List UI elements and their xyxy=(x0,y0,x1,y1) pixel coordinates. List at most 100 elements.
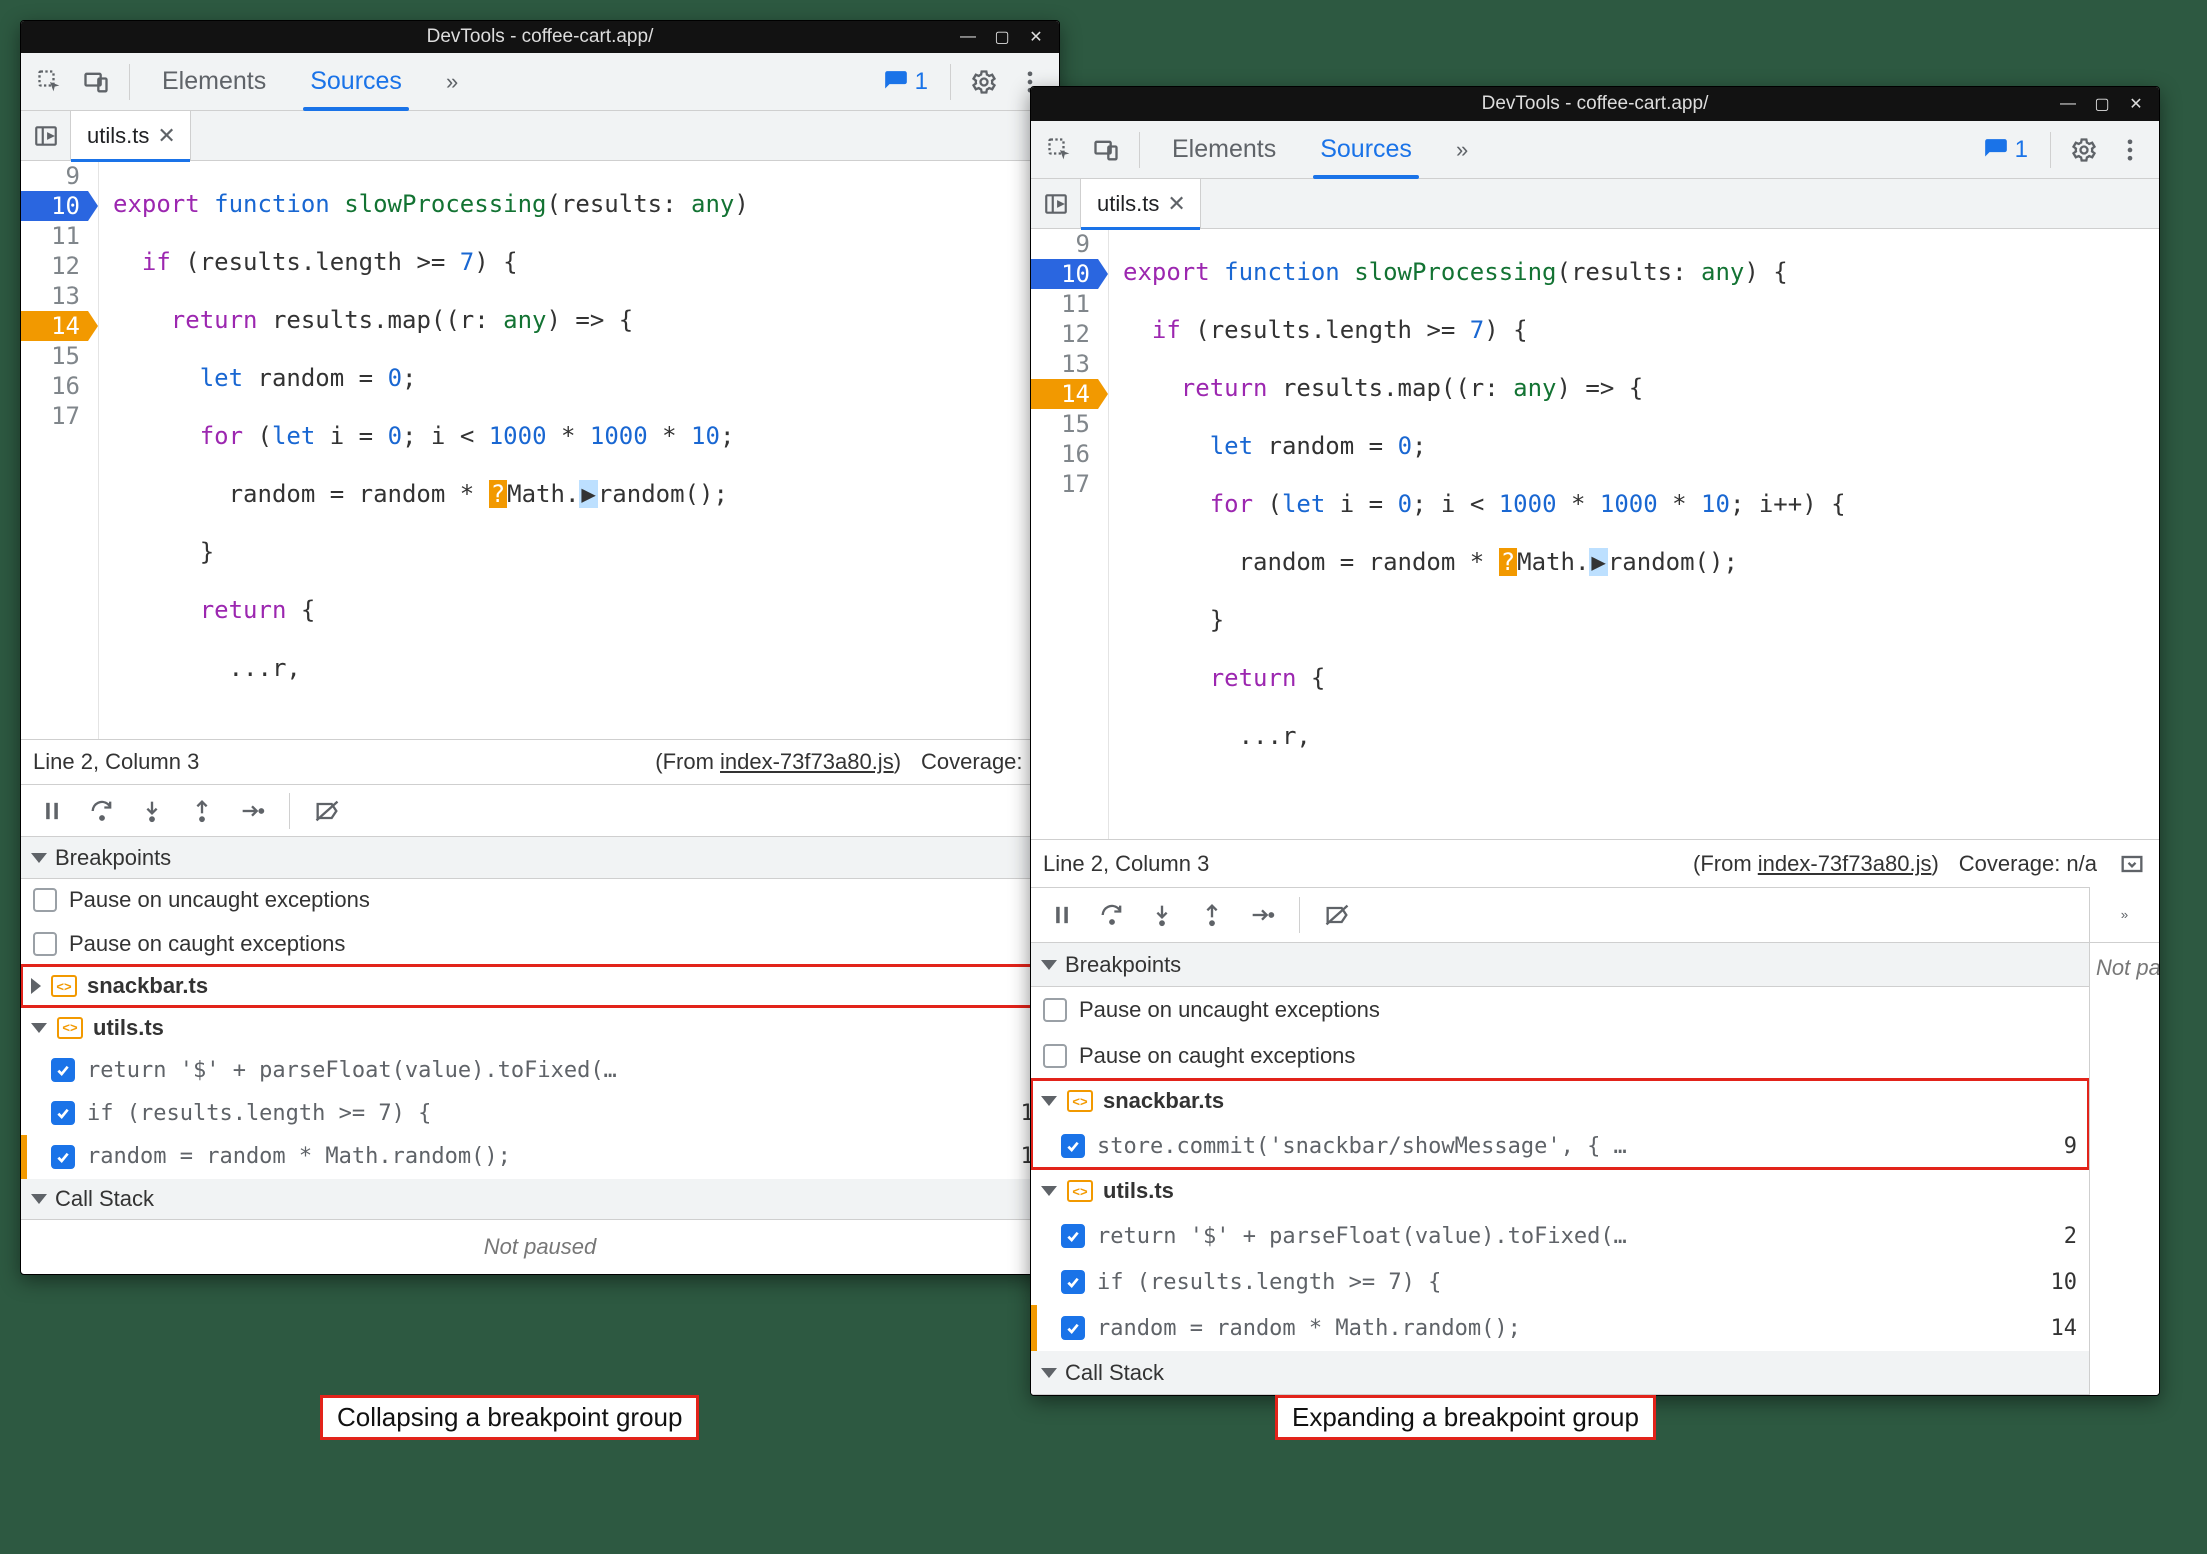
source-map-link[interactable]: index-73f73a80.js xyxy=(720,749,894,774)
issues-button[interactable]: 1 xyxy=(1973,132,2038,168)
checkbox-label: Pause on uncaught exceptions xyxy=(69,887,370,913)
step-icon[interactable] xyxy=(231,790,273,832)
navigator-toggle-icon[interactable] xyxy=(21,111,71,161)
device-toggle-icon[interactable] xyxy=(1085,129,1127,171)
line-gutter[interactable]: 9 10 11 12 13 14 15 16 17 xyxy=(1031,229,1109,839)
maximize-button[interactable]: ▢ xyxy=(2085,91,2119,117)
step-into-icon[interactable] xyxy=(131,790,173,832)
line-number[interactable]: 11 xyxy=(1031,289,1098,319)
separator xyxy=(289,793,290,829)
sidebar-more-icon[interactable]: » xyxy=(2104,894,2146,936)
line-number[interactable]: 13 xyxy=(21,281,88,311)
inspect-icon[interactable] xyxy=(1039,129,1081,171)
breakpoint-group-snackbar-collapsed[interactable]: <> snackbar.ts xyxy=(21,965,1059,1006)
line-number[interactable]: 12 xyxy=(21,251,88,281)
tab-more[interactable]: » xyxy=(426,53,478,111)
tab-elements[interactable]: Elements xyxy=(142,53,286,111)
checkbox[interactable] xyxy=(33,888,57,912)
close-button[interactable]: ✕ xyxy=(2119,91,2153,117)
line-number[interactable]: 11 xyxy=(21,221,88,251)
breakpoint-text: store.commit('snackbar/showMessage', { … xyxy=(1097,1134,1627,1159)
line-number-cond-breakpoint[interactable]: 14 xyxy=(1031,379,1098,409)
checkbox[interactable] xyxy=(51,1101,75,1125)
breakpoint-item[interactable]: if (results.length >= 7) { 10 xyxy=(21,1092,1059,1135)
line-number-breakpoint[interactable]: 10 xyxy=(21,191,88,221)
tab-sources[interactable]: Sources xyxy=(290,53,422,111)
line-number[interactable]: 15 xyxy=(1031,409,1098,439)
inspect-icon[interactable] xyxy=(29,61,71,103)
step-over-icon[interactable] xyxy=(81,790,123,832)
device-toggle-icon[interactable] xyxy=(75,61,117,103)
tab-elements[interactable]: Elements xyxy=(1152,121,1296,179)
line-number[interactable]: 17 xyxy=(21,401,88,431)
issues-button[interactable]: 1 xyxy=(873,64,938,100)
file-tab-utils[interactable]: utils.ts ✕ xyxy=(1081,179,1201,229)
section-callstack-header[interactable]: Call Stack xyxy=(21,1179,1059,1221)
step-over-icon[interactable] xyxy=(1091,894,1133,936)
step-icon[interactable] xyxy=(1241,894,1283,936)
breakpoint-item[interactable]: random = random * Math.random(); 14 xyxy=(21,1135,1059,1178)
close-tab-icon[interactable]: ✕ xyxy=(157,123,175,149)
step-into-icon[interactable] xyxy=(1141,894,1183,936)
section-breakpoints-header[interactable]: Breakpoints xyxy=(21,837,1059,879)
breakpoint-item[interactable]: return '$' + parseFloat(value).toFixed(…… xyxy=(21,1048,1059,1091)
settings-gear-icon[interactable] xyxy=(2063,129,2105,171)
section-breakpoints-header[interactable]: Breakpoints xyxy=(1031,943,2089,987)
pause-caught-row[interactable]: Pause on caught exceptions xyxy=(21,922,1059,965)
maximize-button[interactable]: ▢ xyxy=(985,24,1019,50)
checkbox[interactable] xyxy=(1061,1134,1085,1158)
line-number-cond-breakpoint[interactable]: 14 xyxy=(21,311,88,341)
line-number[interactable]: 15 xyxy=(21,341,88,371)
navigator-toggle-icon[interactable] xyxy=(1031,179,1081,229)
source-editor[interactable]: 9 10 11 12 13 14 15 16 17 export functio… xyxy=(21,161,1059,739)
line-number[interactable]: 16 xyxy=(21,371,88,401)
pause-icon[interactable] xyxy=(31,790,73,832)
minimize-button[interactable]: ― xyxy=(951,24,985,50)
checkbox[interactable] xyxy=(1043,1044,1067,1068)
checkbox[interactable] xyxy=(1061,1270,1085,1294)
deactivate-breakpoints-icon[interactable] xyxy=(306,790,348,832)
section-callstack-header[interactable]: Call Stack xyxy=(1031,1351,2089,1395)
checkbox[interactable] xyxy=(33,932,57,956)
settings-gear-icon[interactable] xyxy=(963,61,1005,103)
checkbox[interactable] xyxy=(1043,998,1067,1022)
line-number[interactable]: 12 xyxy=(1031,319,1098,349)
breakpoint-group-utils[interactable]: <> utils.ts xyxy=(21,1007,1059,1048)
line-gutter[interactable]: 9 10 11 12 13 14 15 16 17 xyxy=(21,161,99,739)
breakpoint-group-utils[interactable]: <> utils.ts xyxy=(1031,1169,2089,1213)
step-out-icon[interactable] xyxy=(181,790,223,832)
line-number[interactable]: 9 xyxy=(1031,229,1098,259)
checkbox[interactable] xyxy=(1061,1224,1085,1248)
pause-uncaught-row[interactable]: Pause on uncaught exceptions xyxy=(21,879,1059,922)
line-number[interactable]: 9 xyxy=(21,161,88,191)
checkbox[interactable] xyxy=(51,1145,75,1169)
line-number-breakpoint[interactable]: 10 xyxy=(1031,259,1098,289)
breakpoint-group-header[interactable]: <> snackbar.ts xyxy=(1031,1079,2089,1123)
line-number[interactable]: 13 xyxy=(1031,349,1098,379)
source-map-link[interactable]: index-73f73a80.js xyxy=(1758,851,1932,876)
breakpoint-item[interactable]: if (results.length >= 7) { 10 xyxy=(1031,1259,2089,1305)
breakpoint-item[interactable]: return '$' + parseFloat(value).toFixed(…… xyxy=(1031,1213,2089,1259)
deactivate-breakpoints-icon[interactable] xyxy=(1316,894,1358,936)
pause-uncaught-row[interactable]: Pause on uncaught exceptions xyxy=(1031,987,2089,1033)
breakpoint-item[interactable]: store.commit('snackbar/showMessage', { …… xyxy=(1031,1123,2089,1169)
tab-sources[interactable]: Sources xyxy=(1300,121,1432,179)
kebab-menu-icon[interactable] xyxy=(2109,129,2151,171)
close-tab-icon[interactable]: ✕ xyxy=(1167,191,1185,217)
pause-icon[interactable] xyxy=(1041,894,1083,936)
checkbox[interactable] xyxy=(1061,1316,1085,1340)
file-tab-utils[interactable]: utils.ts ✕ xyxy=(71,111,191,161)
minimize-button[interactable]: ― xyxy=(2051,91,2085,117)
breakpoint-item[interactable]: random = random * Math.random(); 14 xyxy=(1031,1305,2089,1351)
pause-caught-row[interactable]: Pause on caught exceptions xyxy=(1031,1033,2089,1079)
tab-more[interactable]: » xyxy=(1436,121,1488,179)
coverage-dropdown-icon[interactable] xyxy=(2117,849,2147,879)
step-out-icon[interactable] xyxy=(1191,894,1233,936)
main-toolbar: Elements Sources » 1 xyxy=(1031,121,2159,179)
source-editor[interactable]: 9 10 11 12 13 14 15 16 17 export functio… xyxy=(1031,229,2159,839)
breakpoint-group-snackbar-expanded: <> snackbar.ts store.commit('snackbar/sh… xyxy=(1031,1079,2089,1169)
checkbox[interactable] xyxy=(51,1058,75,1082)
line-number[interactable]: 17 xyxy=(1031,469,1098,499)
line-number[interactable]: 16 xyxy=(1031,439,1098,469)
close-button[interactable]: ✕ xyxy=(1019,24,1053,50)
